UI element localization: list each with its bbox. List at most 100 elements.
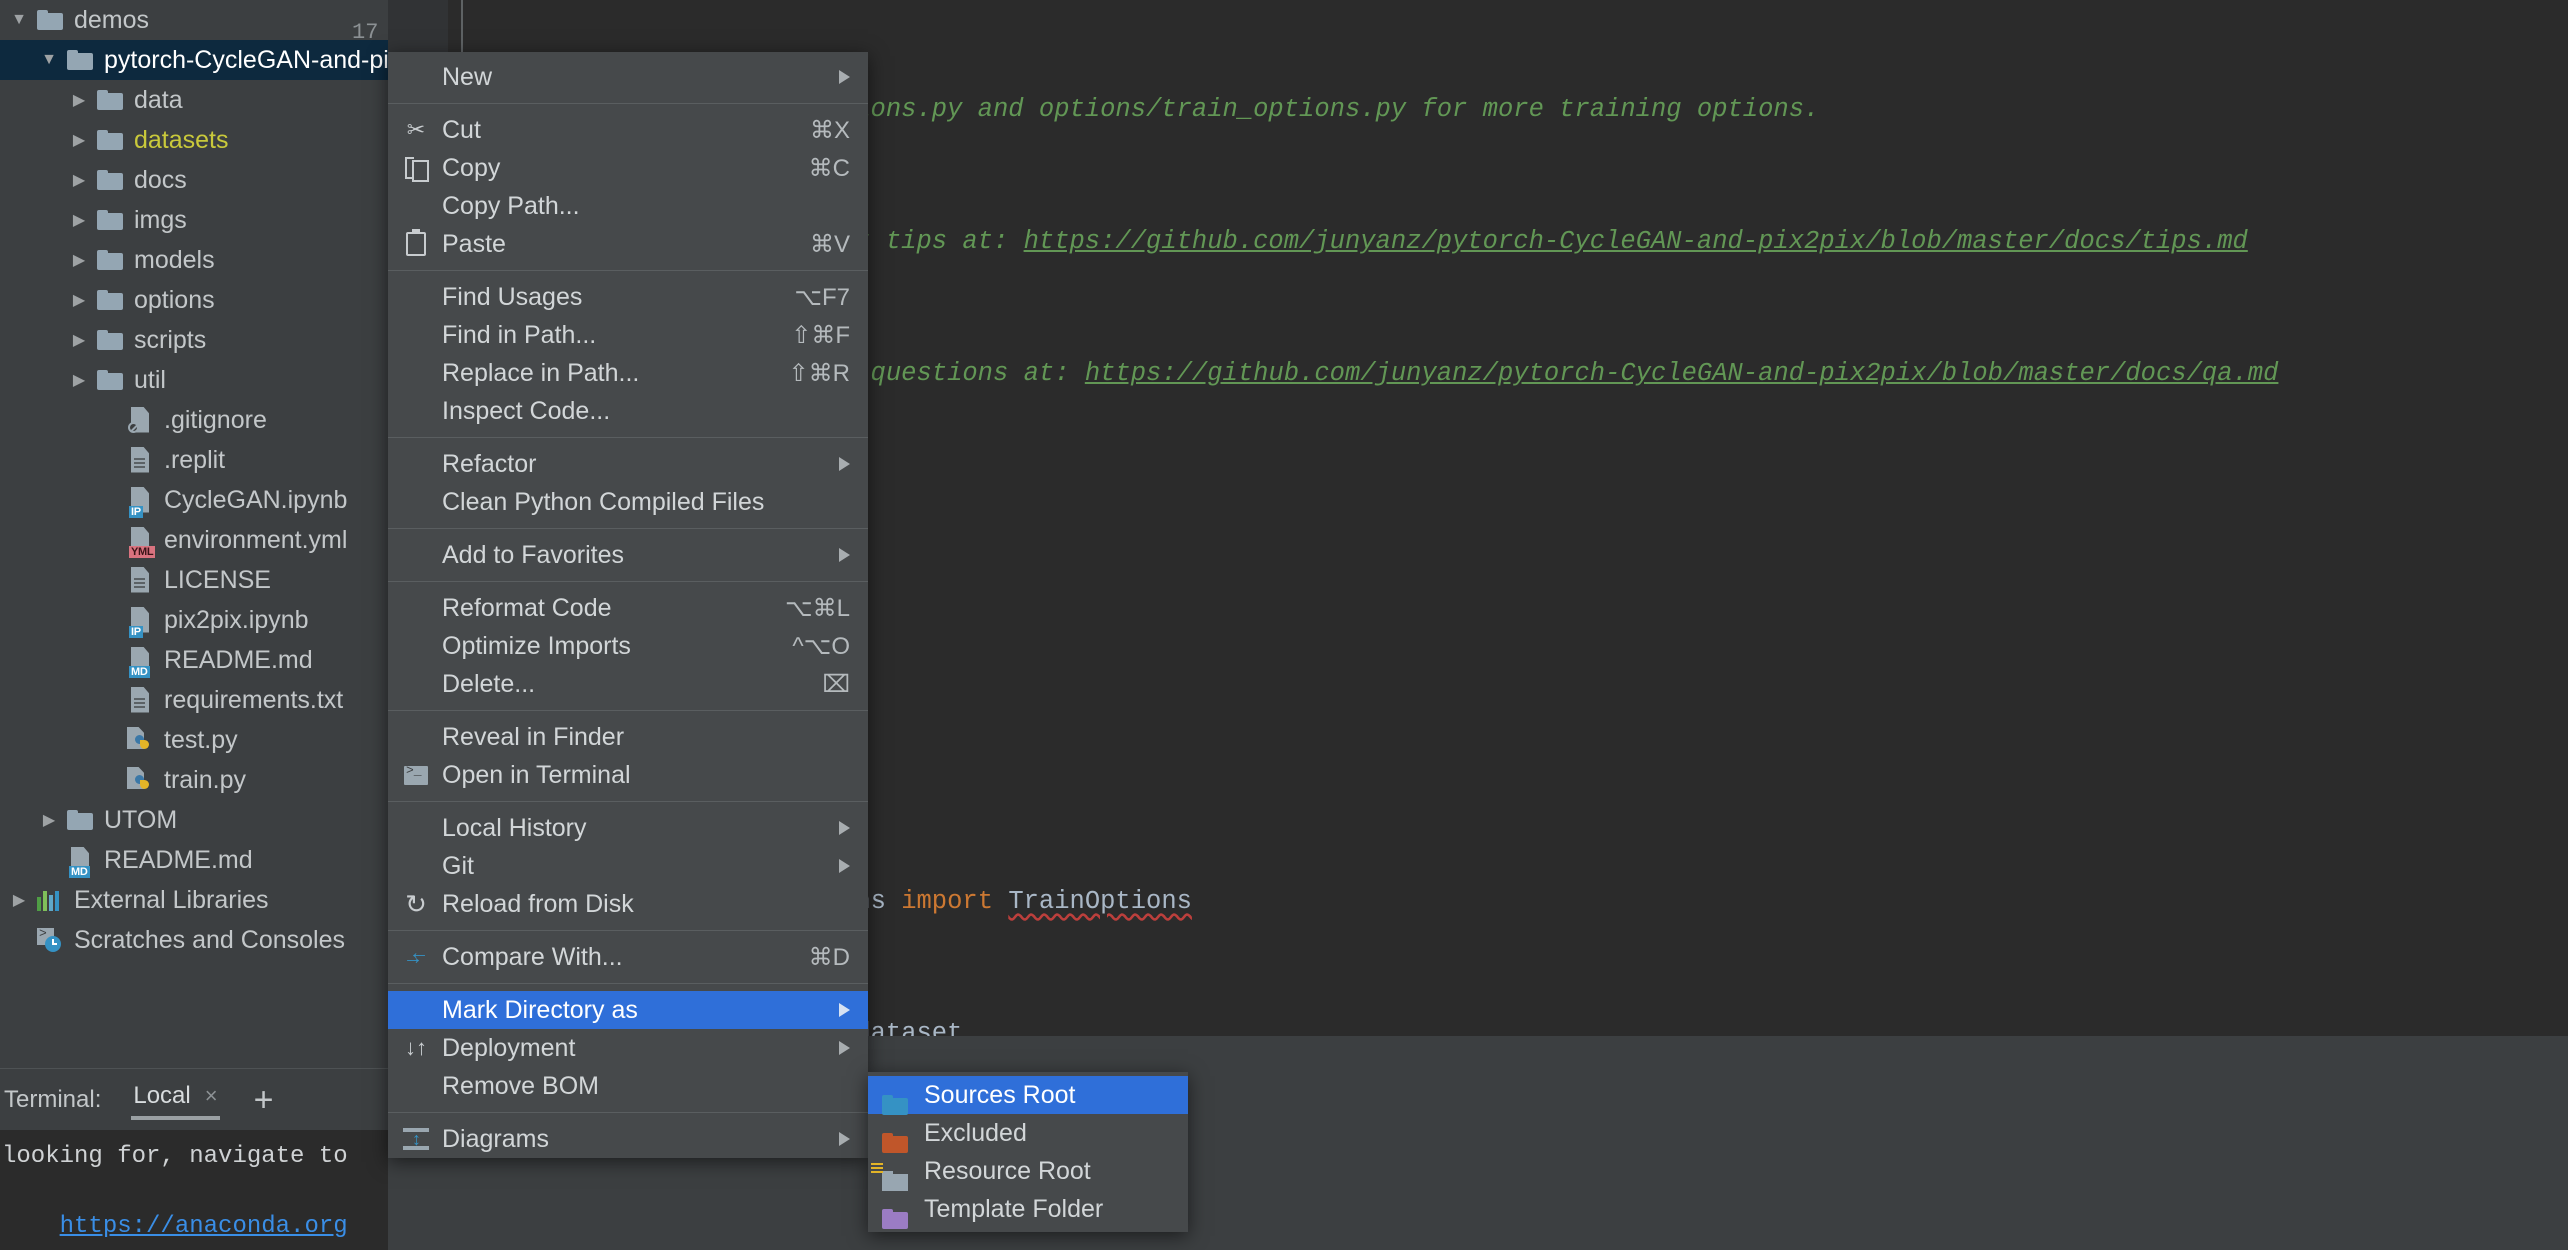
file-md-icon: MD (69, 846, 91, 878)
menu-item-optimize-imports[interactable]: Optimize Imports ^⌥O (388, 627, 868, 665)
terminal-pane[interactable]: Terminal: Local × + looking for, navigat… (0, 1068, 388, 1250)
chevron-right-icon[interactable]: ▶ (66, 210, 92, 230)
tree-item-license[interactable]: LICENSE (0, 560, 388, 600)
menu-item-remove-bom[interactable]: Remove BOM (388, 1067, 868, 1105)
menu-item-local-history[interactable]: Local History (388, 809, 868, 847)
chevron-down-icon[interactable]: ▼ (36, 51, 62, 69)
tree-item-label: util (134, 365, 166, 394)
terminal-tab-local[interactable]: Local × (123, 1076, 227, 1124)
project-tree-list[interactable]: ▼ demos ▼ pytorch-CycleGAN-and-pix2pix ▶ data… (0, 0, 388, 960)
menu-item-reload-from-disk[interactable]: Reload from Disk (388, 885, 868, 923)
tree-item-readme-md[interactable]: MD README.md (0, 840, 388, 880)
submenu-item-excluded[interactable]: Excluded (868, 1114, 1188, 1152)
tree-item-pytorch-cyclegan-and-pix2pix[interactable]: ▼ pytorch-CycleGAN-and-pix2pix (0, 40, 388, 80)
tree-item-datasets[interactable]: ▶ datasets (0, 120, 388, 160)
tree-item-label: options (134, 285, 215, 314)
menu-item-label: Remove BOM (442, 1071, 599, 1100)
tree-item-label: pytorch-CycleGAN-and-pix2pix (104, 45, 388, 74)
mark-directory-as-submenu[interactable]: Sources Root Excluded Resource Root Templat… (868, 1072, 1188, 1232)
add-terminal-button[interactable]: + (254, 1083, 274, 1117)
submenu-item-template-folder[interactable]: Template Folder (868, 1190, 1188, 1228)
chevron-right-icon[interactable]: ▶ (66, 130, 92, 150)
context-menu[interactable]: New Cut ⌘X Copy ⌘C Copy Path... Paste ⌘V Find Us… (388, 52, 868, 1158)
menu-item-deployment[interactable]: ↓↑ Deployment (388, 1029, 868, 1067)
submenu-item-resource-root[interactable]: Resource Root (868, 1152, 1188, 1190)
menu-item-reveal-in-finder[interactable]: Reveal in Finder (388, 718, 868, 756)
tree-item-pix2pix-ipynb[interactable]: IP pix2pix.ipynb (0, 600, 388, 640)
menu-item-mark-directory-as[interactable]: Mark Directory as (388, 991, 868, 1029)
tree-item--gitignore[interactable]: .gitignore (0, 400, 388, 440)
menu-item-new[interactable]: New (388, 58, 868, 96)
chevron-right-icon[interactable]: ▶ (66, 370, 92, 390)
chevron-right-icon[interactable]: ▶ (36, 810, 62, 830)
anaconda-link[interactable]: https://anaconda.org (60, 1213, 348, 1240)
terminal-output[interactable]: looking for, navigate to https://anacond… (0, 1130, 388, 1250)
tree-item-cyclegan-ipynb[interactable]: IP CycleGAN.ipynb (0, 480, 388, 520)
folder-icon (67, 50, 93, 70)
tree-item-test-py[interactable]: test.py (0, 720, 388, 760)
chevron-right-icon[interactable]: ▶ (6, 890, 32, 910)
tree-item--replit[interactable]: .replit (0, 440, 388, 480)
folder-icon (37, 10, 63, 30)
menu-item-delete[interactable]: Delete... ⌧ (388, 665, 868, 703)
tree-item-requirements-txt[interactable]: requirements.txt (0, 680, 388, 720)
tree-item-label: Scratches and Consoles (74, 925, 345, 954)
close-icon[interactable]: × (205, 1083, 218, 1109)
tree-item-external-libraries[interactable]: ▶ External Libraries (0, 880, 388, 920)
python-file-icon (127, 727, 153, 753)
menu-item-refactor[interactable]: Refactor (388, 445, 868, 483)
menu-item-label: Reformat Code (442, 593, 612, 622)
chevron-right-icon[interactable]: ▶ (66, 250, 92, 270)
tree-item-scratches-and-consoles[interactable]: Scratches and Consoles (0, 920, 388, 960)
menu-item-cut[interactable]: Cut ⌘X (388, 111, 868, 149)
chevron-right-icon (839, 821, 850, 835)
menu-item-find-usages[interactable]: Find Usages ⌥F7 (388, 278, 868, 316)
menu-item-reformat-code[interactable]: Reformat Code ⌥⌘L (388, 589, 868, 627)
submenu-item-sources-root[interactable]: Sources Root (868, 1076, 1188, 1114)
menu-item-shortcut: ⌘X (809, 116, 850, 144)
tree-item-scripts[interactable]: ▶ scripts (0, 320, 388, 360)
tree-item-demos[interactable]: ▼ demos (0, 0, 388, 40)
tree-item-label: README.md (104, 845, 253, 874)
menu-item-open-in-terminal[interactable]: Open in Terminal (388, 756, 868, 794)
tree-item-models[interactable]: ▶ models (0, 240, 388, 280)
menu-item-copy[interactable]: Copy ⌘C (388, 149, 868, 187)
menu-item-label: Cut (442, 115, 481, 144)
chevron-right-icon[interactable]: ▶ (66, 170, 92, 190)
tree-item-train-py[interactable]: train.py (0, 760, 388, 800)
tree-item-imgs[interactable]: ▶ imgs (0, 200, 388, 240)
menu-item-compare-with[interactable]: Compare With... ⌘D (388, 938, 868, 976)
menu-item-paste[interactable]: Paste ⌘V (388, 225, 868, 263)
tree-item-environment-yml[interactable]: YML environment.yml (0, 520, 388, 560)
menu-item-inspect-code[interactable]: Inspect Code... (388, 392, 868, 430)
tree-item-util[interactable]: ▶ util (0, 360, 388, 400)
menu-item-copy-path[interactable]: Copy Path... (388, 187, 868, 225)
menu-item-add-to-favorites[interactable]: Add to Favorites (388, 536, 868, 574)
chevron-down-icon[interactable]: ▼ (6, 11, 32, 29)
menu-item-label: Local History (442, 813, 587, 842)
menu-item-diagrams[interactable]: Diagrams (388, 1120, 868, 1158)
tree-item-docs[interactable]: ▶ docs (0, 160, 388, 200)
project-tree-pane[interactable]: ▼ demos ▼ pytorch-CycleGAN-and-pix2pix ▶ data… (0, 0, 388, 1068)
doc-link-tips[interactable]: https://github.com/junyanz/pytorch-Cycle… (1024, 227, 2248, 256)
menu-separator (388, 103, 868, 104)
doc-link-qa[interactable]: https://github.com/junyanz/pytorch-Cycle… (1085, 359, 2279, 388)
menu-item-replace-in-path[interactable]: Replace in Path... ⇧⌘R (388, 354, 868, 392)
menu-item-shortcut: ⌘D (808, 943, 850, 971)
terminal-tab-bar[interactable]: Terminal: Local × + (0, 1068, 388, 1130)
tree-item-data[interactable]: ▶ data (0, 80, 388, 120)
menu-item-label: Find in Path... (442, 320, 597, 349)
tree-item-utom[interactable]: ▶ UTOM (0, 800, 388, 840)
tree-item-label: test.py (164, 725, 238, 754)
chevron-right-icon[interactable]: ▶ (66, 330, 92, 350)
menu-item-clean-python-compiled-files[interactable]: Clean Python Compiled Files (388, 483, 868, 521)
menu-item-label: Optimize Imports (442, 631, 631, 660)
menu-item-git[interactable]: Git (388, 847, 868, 885)
tree-item-options[interactable]: ▶ options (0, 280, 388, 320)
external-libraries-icon (37, 889, 63, 911)
chevron-right-icon[interactable]: ▶ (66, 90, 92, 110)
tree-item-readme-md[interactable]: MD README.md (0, 640, 388, 680)
chevron-right-icon[interactable]: ▶ (66, 290, 92, 310)
menu-item-find-in-path[interactable]: Find in Path... ⇧⌘F (388, 316, 868, 354)
